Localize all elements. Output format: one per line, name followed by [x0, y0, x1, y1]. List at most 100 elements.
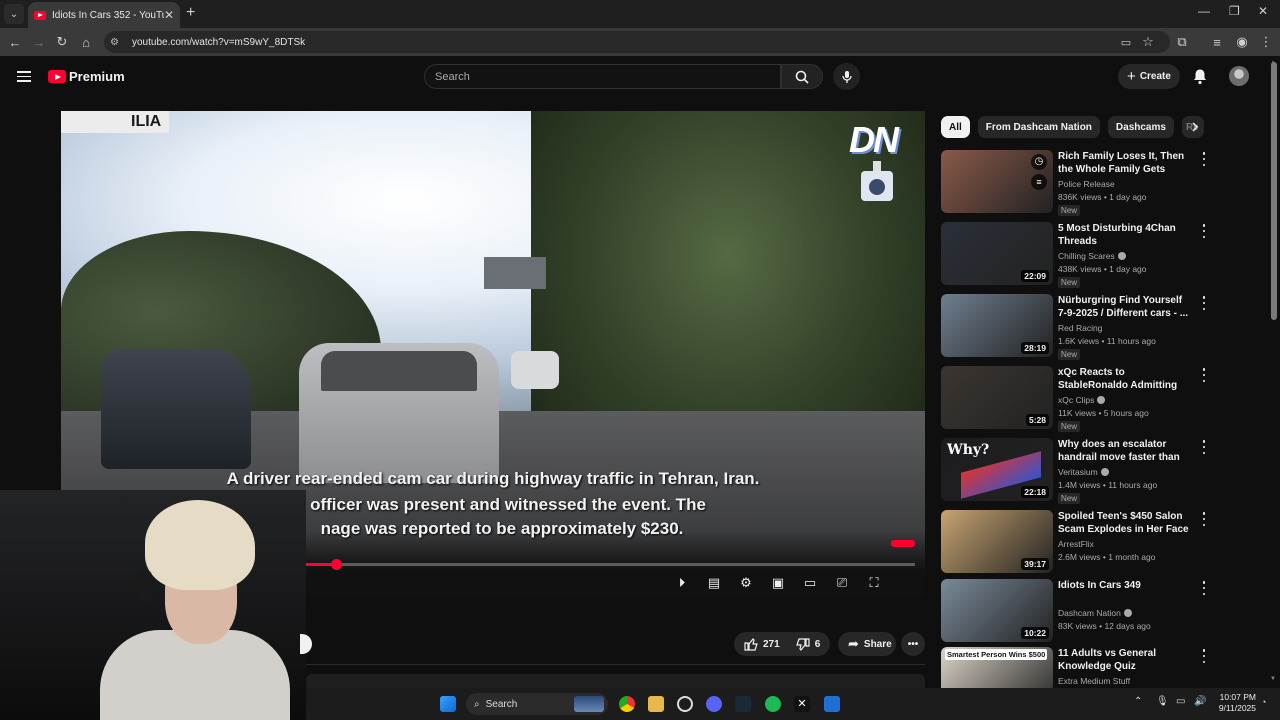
miniplayer-icon[interactable]: ▣ [767, 574, 789, 592]
voice-search-button[interactable] [833, 63, 860, 90]
minimize-icon[interactable]: — [1198, 4, 1210, 18]
video-title[interactable]: 5 Most Disturbing 4Chan Threads [1058, 222, 1193, 248]
more-options-icon[interactable] [1199, 296, 1209, 310]
video-thumbnail[interactable]: Why? 22:18 [941, 438, 1053, 501]
chips-next-chevron-icon[interactable] [1185, 117, 1205, 137]
notification-center-icon[interactable]: ◔ [1261, 697, 1266, 707]
obs-icon[interactable] [677, 696, 693, 712]
profile-icon[interactable]: ◉ [1233, 33, 1251, 51]
volume-icon[interactable]: 🔊 [1194, 696, 1206, 707]
recommendation-item[interactable]: ◷ ≡ Rich Family Loses It, Then the Whole F… [941, 150, 1213, 216]
like-button[interactable]: 271 [744, 637, 780, 651]
progress-bar[interactable] [306, 559, 915, 570]
taskbar-search-box[interactable]: ⌕ Search [466, 693, 608, 715]
tray-overflow-icon[interactable]: ⌃ [1134, 696, 1142, 707]
share-button[interactable]: ➦ Share [838, 632, 896, 656]
channel-name[interactable]: Red Racing [1058, 323, 1102, 333]
channel-name[interactable]: ArrestFlix [1058, 539, 1094, 549]
steam-icon[interactable] [735, 696, 751, 712]
video-title[interactable]: 11 Adults vs General Knowledge Quiz [1058, 647, 1193, 673]
chip-from-dashcam-nation[interactable]: From Dashcam Nation [977, 116, 1100, 138]
site-info-icon[interactable]: ⚙ [110, 37, 124, 48]
scrollbar-thumb[interactable] [1271, 62, 1277, 320]
cast-icon[interactable]: ▭ [1117, 33, 1135, 51]
video-title[interactable]: Spoiled Teen's $450 Salon Scam Explodes … [1058, 510, 1193, 536]
video-thumbnail[interactable]: 28:19 [941, 294, 1053, 357]
add-to-queue-icon[interactable]: ≡ [1031, 174, 1047, 190]
recommendation-item[interactable]: 5:28 xQc Reacts to StableRonaldo Admittin… [941, 366, 1213, 432]
home-button[interactable]: ⌂ [77, 33, 95, 51]
menu-hamburger-icon[interactable] [17, 71, 31, 82]
subtitles-icon[interactable]: ▤ [703, 574, 725, 592]
chip-all[interactable]: All [941, 116, 970, 138]
channel-name[interactable]: Police Release [1058, 179, 1115, 189]
more-options-icon[interactable] [1199, 224, 1209, 238]
browser-tab-active[interactable]: Idiots In Cars 352 - YouTube ✕ [28, 2, 180, 28]
channel-name[interactable]: Extra Medium Stuff [1058, 676, 1130, 686]
more-options-icon[interactable] [1199, 581, 1209, 595]
more-options-icon[interactable] [1199, 440, 1209, 454]
video-title[interactable]: Nürburgring Find Yourself 7-9-2025 / Dif… [1058, 294, 1193, 320]
settings-gear-icon[interactable]: ⚙ [735, 574, 757, 592]
video-thumbnail[interactable]: 39:17 [941, 510, 1053, 573]
channel-name[interactable]: Dashcam Nation [1058, 608, 1132, 618]
close-tab-icon[interactable]: ✕ [164, 8, 174, 22]
video-thumbnail[interactable]: 5:28 [941, 366, 1053, 429]
video-thumbnail[interactable]: ◷ ≡ [941, 150, 1053, 213]
more-options-icon[interactable] [1199, 649, 1209, 663]
notifications-bell-icon[interactable] [1192, 68, 1208, 90]
tab-list-button[interactable]: ⌄ [4, 4, 24, 24]
chrome-icon[interactable] [619, 696, 635, 712]
back-button[interactable]: ← [6, 33, 24, 51]
microphone-tray-icon[interactable]: 🎙 [1156, 696, 1169, 707]
extensions-icon[interactable]: ⧉ [1173, 33, 1191, 51]
more-actions-button[interactable]: ••• [901, 632, 925, 656]
theater-mode-icon[interactable]: ▭ [799, 574, 821, 592]
recommendation-item[interactable]: 22:09 5 Most Disturbing 4Chan Threads Chil… [941, 222, 1213, 288]
app-icon[interactable] [824, 696, 840, 712]
chip-dashcams[interactable]: Dashcams [1107, 116, 1174, 138]
more-options-icon[interactable] [1199, 368, 1209, 382]
cast-to-tv-icon[interactable]: ⎚ [831, 574, 853, 592]
network-icon[interactable]: ▭ [1176, 696, 1185, 707]
file-explorer-icon[interactable] [648, 696, 664, 712]
dislike-button[interactable]: 6 [795, 637, 820, 651]
reload-button[interactable]: ↻ [53, 33, 71, 51]
account-avatar[interactable] [1229, 66, 1249, 86]
taskbar-clock[interactable]: 10:07 PM 9/11/2025 [1208, 692, 1256, 714]
restore-icon[interactable]: ❐ [1229, 4, 1240, 18]
browser-menu-icon[interactable]: ⋮ [1257, 33, 1275, 51]
video-title[interactable]: Rich Family Loses It, Then the Whole Fam… [1058, 150, 1193, 177]
bookmark-star-icon[interactable]: ☆ [1139, 33, 1157, 51]
channel-name[interactable]: Chilling Scares [1058, 251, 1126, 261]
recommendation-item[interactable]: Why? 22:18 Why does an escalator handrail … [941, 438, 1213, 504]
discord-icon[interactable] [706, 696, 722, 712]
video-thumbnail[interactable]: 10:22 [941, 579, 1053, 642]
close-window-icon[interactable]: ✕ [1258, 4, 1268, 18]
capcut-icon[interactable]: ✕ [794, 696, 810, 712]
create-button[interactable]: + Create [1118, 64, 1180, 89]
more-options-icon[interactable] [1199, 152, 1209, 166]
media-controls-icon[interactable]: ≡ [1208, 33, 1226, 51]
recommendation-item[interactable]: 39:17 Spoiled Teen's $450 Salon Scam Expl… [941, 510, 1213, 576]
search-input[interactable]: Search [424, 64, 781, 89]
spotify-icon[interactable] [765, 696, 781, 712]
autoplay-toggle[interactable]: ⏵ [671, 574, 693, 592]
video-title[interactable]: Idiots In Cars 349 [1058, 579, 1193, 592]
video-thumbnail[interactable]: 22:09 [941, 222, 1053, 285]
forward-button[interactable]: → [30, 33, 48, 51]
channel-name[interactable]: xQc Clips [1058, 395, 1106, 405]
youtube-logo[interactable]: Premium [48, 69, 125, 84]
fullscreen-icon[interactable]: ⛶ [863, 574, 885, 592]
scroll-down-arrow-icon[interactable]: ▼ [1270, 676, 1276, 682]
windows-start-icon[interactable] [440, 696, 456, 712]
address-bar[interactable]: ⚙ youtube.com/watch?v=mS9wY_8DTSk [104, 31, 1170, 53]
search-button[interactable] [781, 64, 823, 89]
watch-later-clock-icon[interactable]: ◷ [1031, 154, 1047, 170]
recommendation-item[interactable]: 10:22 Idiots In Cars 349 Dashcam Nation 83K… [941, 579, 1213, 645]
more-options-icon[interactable] [1199, 512, 1209, 526]
video-title[interactable]: xQc Reacts to StableRonaldo Admitting Pe… [1058, 366, 1193, 393]
recommendation-item[interactable]: 28:19 Nürburgring Find Yourself 7-9-2025 … [941, 294, 1213, 360]
new-tab-button[interactable]: + [186, 4, 195, 22]
video-title[interactable]: Why does an escalator handrail move fast… [1058, 438, 1193, 465]
